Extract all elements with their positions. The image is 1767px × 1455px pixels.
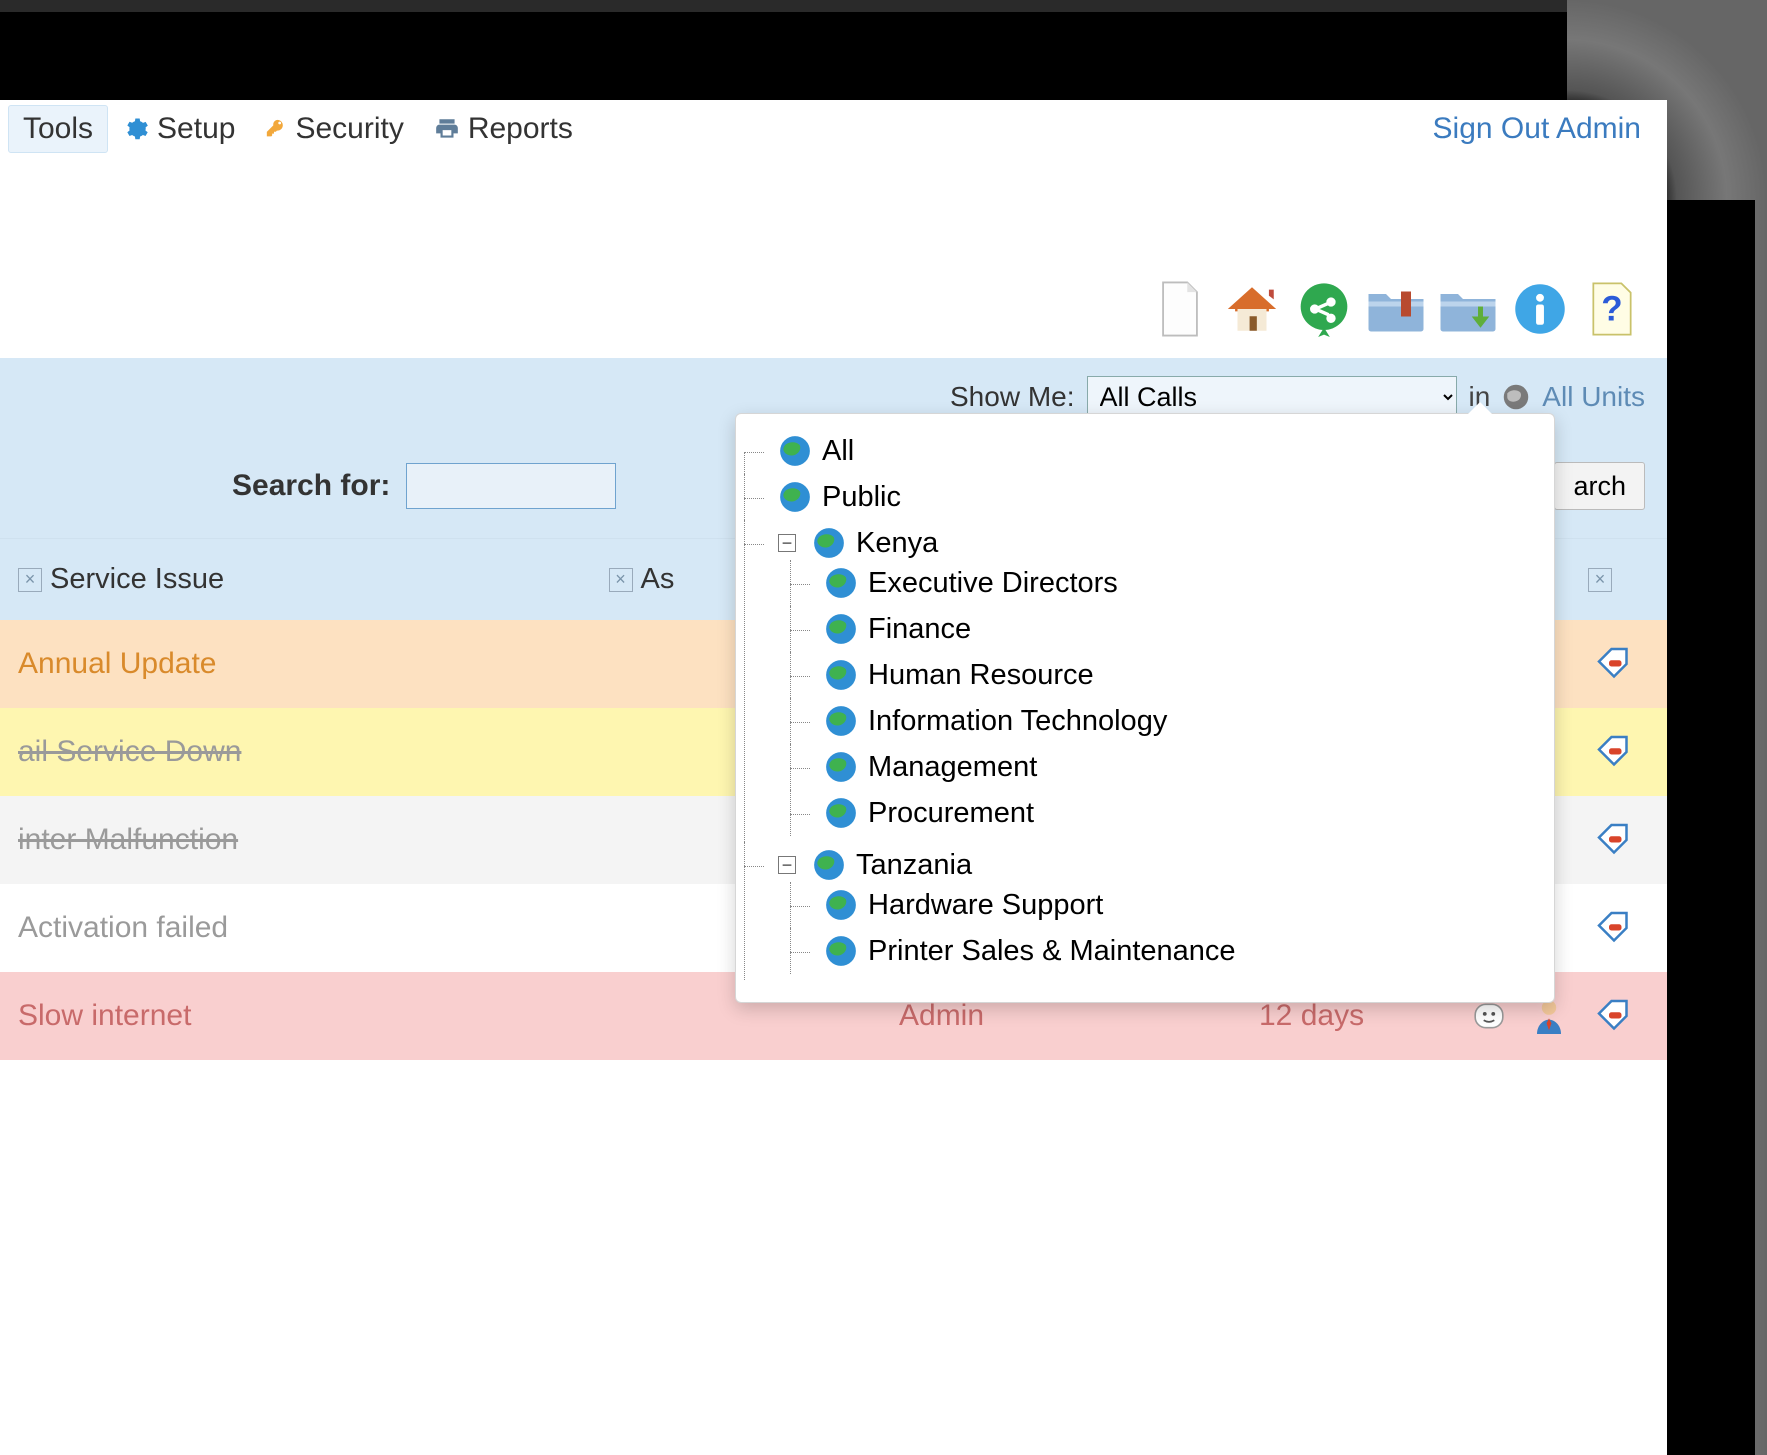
info-icon[interactable] — [1509, 278, 1571, 340]
column-close-icon[interactable]: × — [609, 568, 633, 592]
unit-kenya-child[interactable]: Information Technology — [824, 704, 1532, 738]
unit-kenya[interactable]: −Kenya — [778, 526, 1532, 560]
tag-icon[interactable] — [1594, 908, 1634, 948]
menu-reports-label: Reports — [468, 112, 573, 146]
tag-icon[interactable] — [1594, 732, 1634, 772]
tag-icon[interactable] — [1594, 820, 1634, 860]
menu-security-label: Security — [295, 112, 403, 146]
column-assigned: As — [641, 563, 675, 596]
menu-setup-label: Setup — [157, 112, 235, 146]
menu-tools-label: Tools — [23, 112, 93, 146]
unit-kenya-child[interactable]: Executive Directors — [824, 566, 1532, 600]
show-me-select[interactable]: All Calls — [1087, 376, 1457, 418]
app-viewport: Tools Setup Security Reports — [0, 100, 1667, 1455]
collapse-icon[interactable]: − — [778, 856, 796, 874]
column-service-issue: Service Issue — [50, 563, 224, 596]
unit-tanzania[interactable]: −Tanzania — [778, 848, 1532, 882]
unit-kenya-child[interactable]: Human Resource — [824, 658, 1532, 692]
key-icon — [265, 116, 287, 142]
svg-text:?: ? — [1601, 290, 1622, 329]
unit-kenya-child[interactable]: Finance — [824, 612, 1532, 646]
help-icon[interactable]: ? — [1581, 278, 1643, 340]
unit-public[interactable]: Public — [778, 480, 1532, 514]
search-input[interactable] — [406, 463, 616, 509]
search-button[interactable]: arch — [1554, 462, 1645, 510]
filter-panel: Show Me: All Calls in All Units Search f… — [0, 358, 1667, 538]
toolbar: ? — [0, 158, 1667, 358]
menu-security[interactable]: Security — [250, 105, 418, 153]
user-icon[interactable] — [1534, 998, 1564, 1034]
mood-icon[interactable] — [1472, 999, 1506, 1033]
menu-setup[interactable]: Setup — [108, 105, 250, 153]
column-close-icon[interactable]: × — [1588, 568, 1612, 592]
unit-kenya-child[interactable]: Procurement — [824, 796, 1532, 830]
unit-tanzania-child[interactable]: Hardware Support — [824, 888, 1532, 922]
printer-icon — [434, 116, 460, 142]
column-close-icon[interactable]: × — [18, 568, 42, 592]
globe-icon — [1502, 383, 1530, 411]
tag-icon[interactable] — [1594, 996, 1634, 1036]
units-dropdown: All Public −Kenya Executive Directors Fi… — [735, 413, 1555, 1003]
folder-download-icon[interactable] — [1437, 278, 1499, 340]
tag-icon[interactable] — [1594, 644, 1634, 684]
show-me-label: Show Me: — [950, 381, 1075, 413]
share-icon[interactable] — [1293, 278, 1355, 340]
home-icon[interactable] — [1221, 278, 1283, 340]
new-document-icon[interactable] — [1149, 278, 1211, 340]
unit-all[interactable]: All — [778, 434, 1532, 468]
all-units-link[interactable]: All Units — [1542, 381, 1645, 413]
collapse-icon[interactable]: − — [778, 534, 796, 552]
search-label: Search for: — [232, 469, 390, 503]
menu-bar: Tools Setup Security Reports — [0, 100, 1667, 158]
unit-kenya-child[interactable]: Management — [824, 750, 1532, 784]
menu-tools[interactable]: Tools — [8, 105, 108, 153]
menu-reports[interactable]: Reports — [419, 105, 588, 153]
gear-icon — [123, 116, 149, 142]
unit-tanzania-child[interactable]: Printer Sales & Maintenance — [824, 934, 1532, 968]
signout-link[interactable]: Sign Out Admin — [1433, 112, 1659, 146]
folder-bookmark-icon[interactable] — [1365, 278, 1427, 340]
